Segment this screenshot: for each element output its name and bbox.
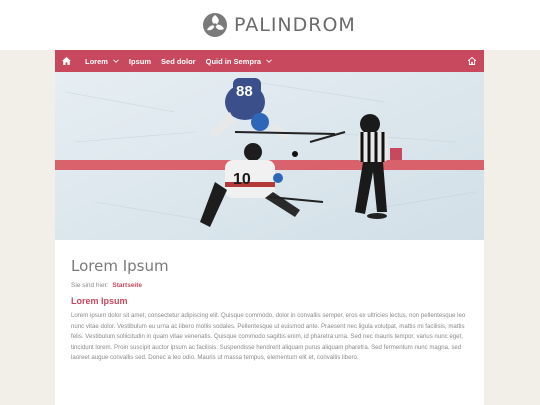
- chevron-down-icon: [113, 59, 119, 63]
- hero-image: 88 10: [55, 72, 484, 240]
- nav-sitemap-button[interactable]: [466, 50, 478, 72]
- logo-mark-icon: [203, 13, 227, 37]
- body-paragraph: Lorem ipsum dolor sit amet, consectetur …: [71, 312, 466, 362]
- nav-item-label: Ipsum: [128, 56, 152, 66]
- nav-item-lorem[interactable]: Lorem: [85, 57, 119, 66]
- site-name: PALINDROM: [234, 14, 356, 36]
- nav-item-sed-dolor[interactable]: Sed dolor: [161, 57, 196, 66]
- page-title: Lorem Ipsum: [71, 257, 169, 275]
- hockey-photo: 88 10: [55, 72, 484, 240]
- section-title: Lorem Ipsum: [71, 296, 128, 306]
- nav-item-label: Sed dolor: [161, 56, 196, 66]
- header: PALINDROM: [0, 0, 540, 50]
- nav-item-label: Lorem: [85, 56, 108, 66]
- nav-item-label: Quid in Sempra: [205, 56, 262, 66]
- breadcrumb: Sie sind hier: Startseite: [71, 282, 142, 289]
- breadcrumb-link-home[interactable]: Startseite: [112, 282, 142, 289]
- jersey-number: 10: [233, 171, 251, 188]
- sitemap-icon: [468, 57, 476, 65]
- nav-item-quid-in-sempra[interactable]: Quid in Sempra: [206, 57, 272, 66]
- main-content: Lorem Ipsum Sie sind hier: Startseite Lo…: [55, 240, 484, 405]
- jersey-number: 88: [236, 83, 253, 100]
- site-logo[interactable]: PALINDROM: [202, 12, 356, 38]
- nav-item-ipsum[interactable]: Ipsum: [129, 57, 151, 66]
- main-nav: Lorem Ipsum Sed dolor Quid in Sempra: [55, 50, 484, 72]
- nav-home[interactable]: [57, 50, 75, 72]
- home-icon: [61, 57, 71, 65]
- breadcrumb-prefix: Sie sind hier:: [71, 282, 109, 289]
- chevron-down-icon: [266, 59, 272, 63]
